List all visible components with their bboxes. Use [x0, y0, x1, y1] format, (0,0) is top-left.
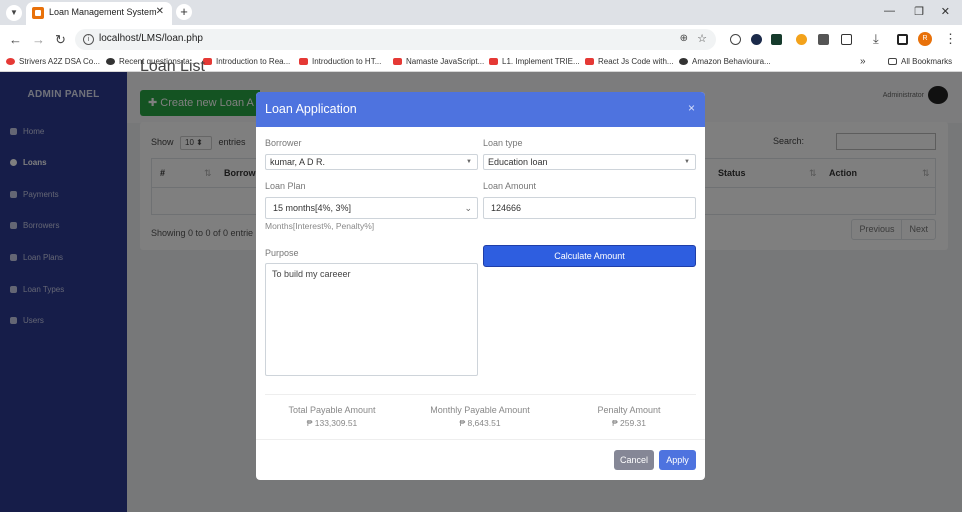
extension-a-icon[interactable] [730, 34, 741, 45]
cancel-button[interactable]: Cancel [614, 450, 654, 470]
chevron-down-icon: ▼ [466, 159, 472, 165]
purpose-label: Purpose [265, 248, 299, 258]
download-icon[interactable]: ⤓ [873, 31, 879, 47]
modal-footer-divider [256, 439, 705, 440]
penalty-summary: Penalty Amount ₱ 259.31 [564, 405, 694, 428]
extension-e-icon[interactable] [818, 34, 829, 45]
penalty-label: Penalty Amount [597, 405, 661, 415]
loan-plan-label: Loan Plan [265, 181, 306, 191]
modal-title: Loan Application [265, 102, 357, 116]
bookmark-item[interactable]: L1. Implement TRIE... [489, 57, 580, 66]
new-tab-plus-icon[interactable]: + [176, 4, 192, 20]
youtube-icon [299, 58, 308, 65]
bookmark-item[interactable]: Namaste JavaScript... [393, 57, 484, 66]
loan-type-label: Loan type [483, 138, 523, 148]
chevron-down-icon: ▼ [684, 159, 690, 165]
restore-icon[interactable]: ❐ [914, 5, 924, 18]
extension-c-icon[interactable] [771, 34, 782, 45]
browser-menu-icon[interactable]: ⋮ [944, 31, 957, 47]
monthly-payable-label: Monthly Payable Amount [430, 405, 530, 415]
borrower-select[interactable]: kumar, A D R. ▼ [265, 154, 478, 170]
bookmark-favicon-icon [679, 58, 688, 65]
site-info-icon[interactable]: i [83, 34, 94, 45]
bookmark-item[interactable]: Introduction to HT... [299, 57, 381, 66]
bookmark-item[interactable]: Amazon Behavioura... [679, 57, 771, 66]
extension-b-icon[interactable] [751, 34, 762, 45]
penalty-value: ₱ 259.31 [611, 418, 647, 428]
total-payable-value: ₱ 133,309.51 [306, 418, 358, 428]
total-payable-label: Total Payable Amount [288, 405, 376, 415]
folder-icon [888, 58, 897, 65]
browser-tab[interactable]: Loan Management System ✕ [26, 2, 172, 25]
total-payable-summary: Total Payable Amount ₱ 133,309.51 [267, 405, 397, 428]
calculate-amount-button[interactable]: Calculate Amount [483, 245, 696, 267]
side-panel-icon[interactable] [897, 34, 908, 45]
browser-tab-strip: ▼ Loan Management System ✕ + — ❐ ✕ [0, 0, 962, 25]
youtube-icon [585, 58, 594, 65]
loan-type-select[interactable]: Education loan ▼ [483, 154, 696, 170]
purpose-textarea[interactable]: To build my careeer [265, 263, 478, 376]
loan-plan-select[interactable]: 15 months[4%, 3%] ⌄ [265, 197, 478, 219]
minimize-icon[interactable]: — [884, 5, 895, 17]
loan-application-modal: Loan Application × Borrower kumar, A D R… [256, 92, 705, 480]
url-text[interactable]: localhost/LMS/loan.php [99, 33, 203, 44]
bookmark-item[interactable]: React Js Code with... [585, 57, 674, 66]
zoom-icon[interactable]: ⊕ [680, 33, 688, 44]
profile-avatar[interactable]: R [918, 32, 932, 46]
reload-icon[interactable]: ↻ [55, 32, 66, 48]
omnibox[interactable]: i localhost/LMS/loan.php ⊕ ☆ [75, 29, 716, 50]
back-arrow-icon[interactable]: ← [9, 32, 22, 47]
bookmark-star-icon[interactable]: ☆ [697, 32, 707, 45]
forward-arrow-icon[interactable]: → [32, 32, 45, 47]
more-bookmarks-chevron-icon[interactable]: » [860, 56, 866, 67]
loan-plan-help: Months[Interest%, Penalty%] [265, 221, 375, 231]
summary-divider [265, 394, 696, 395]
modal-header: Loan Application × [256, 92, 705, 127]
youtube-icon [393, 58, 402, 65]
all-bookmarks[interactable]: All Bookmarks [888, 57, 952, 66]
loan-amount-input[interactable] [483, 197, 696, 219]
apply-button[interactable]: Apply [659, 450, 696, 470]
window-close-icon[interactable]: ✕ [941, 5, 950, 18]
bookmark-favicon-icon [106, 58, 115, 65]
chevron-down-icon: ⌄ [464, 203, 472, 213]
bookmark-favicon-icon [6, 58, 15, 65]
youtube-icon [489, 58, 498, 65]
monthly-payable-summary: Monthly Payable Amount ₱ 8,643.51 [415, 405, 545, 428]
tab-title: Loan Management System [49, 7, 157, 17]
tab-search-chevron-icon[interactable]: ▼ [6, 5, 22, 21]
address-bar-row: ← → ↻ i localhost/LMS/loan.php ⊕ ☆ ⤓ R ⋮ [0, 25, 962, 54]
loan-amount-label: Loan Amount [483, 181, 537, 191]
extensions-puzzle-icon[interactable] [841, 34, 852, 45]
tab-close-icon[interactable]: ✕ [156, 6, 164, 17]
close-icon[interactable]: × [688, 101, 695, 115]
bookmark-item[interactable]: Introduction to Rea... [203, 57, 290, 66]
monthly-payable-value: ₱ 8,643.51 [459, 418, 501, 428]
extension-d-icon[interactable] [796, 34, 807, 45]
borrower-label: Borrower [265, 138, 302, 148]
bookmark-item[interactable]: Strivers A2Z DSA Co... [6, 57, 100, 66]
site-favicon-icon [32, 7, 44, 19]
